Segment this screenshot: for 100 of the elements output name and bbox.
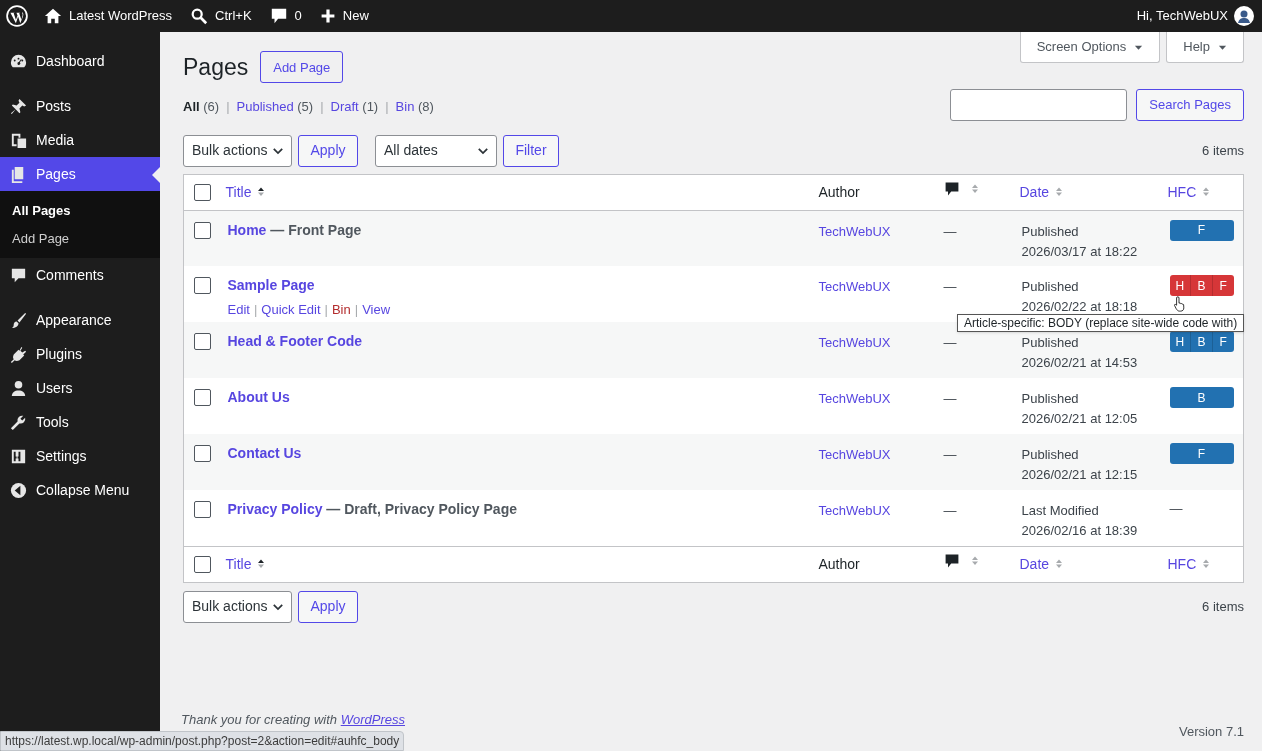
empty-value: — xyxy=(1169,501,1183,516)
view-filter-link[interactable]: All (6) xyxy=(183,96,220,116)
date-status: Published xyxy=(1021,334,1080,352)
wordpress-logo-icon xyxy=(6,5,28,27)
code-badge[interactable]: B xyxy=(1190,275,1212,296)
menu-item[interactable]: Comments xyxy=(0,258,160,292)
checkbox[interactable] xyxy=(194,277,211,294)
menu-item[interactable]: Appearance xyxy=(0,303,160,337)
author-link[interactable]: TechWebUX xyxy=(818,447,891,462)
bulk-actions-select[interactable]: Bulk actions xyxy=(183,134,292,167)
account-link[interactable]: Hi, TechWebUX xyxy=(1136,6,1254,26)
page-title-link[interactable]: Sample Page xyxy=(227,277,315,293)
page-title-link[interactable]: Contact Us xyxy=(227,445,302,461)
brush-icon xyxy=(9,310,28,330)
column-header[interactable]: HFC xyxy=(1167,553,1212,575)
page-title: Pages xyxy=(183,53,249,82)
menu-item[interactable]: Users xyxy=(0,371,160,405)
menu-item[interactable]: Plugins xyxy=(0,337,160,371)
separator: | xyxy=(320,97,324,116)
filter-button[interactable]: Filter xyxy=(503,134,559,167)
checkbox[interactable] xyxy=(194,445,211,462)
comment-icon xyxy=(943,553,960,570)
help-tab[interactable]: Help xyxy=(1166,32,1244,63)
view-filter-link[interactable]: Published (5) xyxy=(236,96,314,116)
bulk-actions-select[interactable]: Bulk actions xyxy=(183,590,292,623)
submenu-item[interactable]: Add Page xyxy=(0,224,160,252)
comment-icon xyxy=(269,7,288,25)
author-link[interactable]: TechWebUX xyxy=(818,279,891,294)
footer-text: Thank you for creating with WordPress xyxy=(181,710,405,729)
add-page-button[interactable]: Add Page xyxy=(260,51,344,84)
menu-item[interactable]: Settings xyxy=(0,439,160,473)
view-filter-link[interactable]: Bin (8) xyxy=(395,96,434,116)
checkbox[interactable] xyxy=(194,389,211,406)
checkbox[interactable] xyxy=(194,555,211,573)
code-badge-group[interactable]: H B F xyxy=(1169,331,1234,352)
comment-count: — xyxy=(943,391,957,406)
checkbox[interactable] xyxy=(194,221,211,239)
items-count: 6 items xyxy=(1202,597,1244,616)
post-state: — Draft, Privacy Policy Page xyxy=(325,501,517,517)
separator: | xyxy=(324,301,328,319)
wordpress-link[interactable]: WordPress xyxy=(340,711,405,727)
collapse-icon xyxy=(9,480,28,500)
home-icon xyxy=(44,7,62,25)
menu-item[interactable]: Pages xyxy=(0,157,160,191)
column-header[interactable]: Title xyxy=(225,181,267,203)
menu-item[interactable]: Posts xyxy=(0,89,160,123)
date-value: 2026/03/17 at 18:22 xyxy=(1021,242,1139,261)
menu-item[interactable]: Dashboard xyxy=(0,44,160,78)
items-count: 6 items xyxy=(1202,141,1244,160)
checkbox[interactable] xyxy=(194,183,211,201)
row-action-link[interactable]: Edit xyxy=(227,300,250,320)
search-field[interactable] xyxy=(950,88,1128,121)
author-link[interactable]: TechWebUX xyxy=(818,391,891,406)
page-title-link[interactable]: Head & Footer Code xyxy=(227,333,363,349)
pushpin-icon xyxy=(9,96,28,116)
search-pages-button[interactable]: Search Pages xyxy=(1136,88,1244,121)
avatar-icon xyxy=(1234,6,1254,26)
date-value: 2026/02/21 at 12:15 xyxy=(1021,466,1139,484)
view-filter-link[interactable]: Draft (1) xyxy=(330,96,379,116)
page-title-link[interactable]: About Us xyxy=(227,389,290,405)
code-badge[interactable]: F xyxy=(1169,219,1234,241)
code-badge[interactable]: F xyxy=(1211,275,1234,296)
menu-item[interactable]: Collapse Menu xyxy=(0,473,160,507)
page-title-link[interactable]: Home xyxy=(227,221,267,238)
apply-button[interactable]: Apply xyxy=(298,590,358,623)
user-icon xyxy=(9,378,28,398)
date-filter-select[interactable]: All dates xyxy=(375,134,497,167)
row-action-link[interactable]: View xyxy=(362,300,391,320)
code-badge[interactable]: F xyxy=(1169,443,1234,464)
site-name-link[interactable]: Latest WordPress xyxy=(44,6,173,26)
plus-icon xyxy=(319,8,336,24)
code-badge[interactable]: B xyxy=(1169,387,1234,408)
comments-link[interactable]: 0 xyxy=(269,6,302,26)
submenu-item[interactable]: All Pages xyxy=(0,197,160,225)
code-badge[interactable]: H xyxy=(1169,331,1191,352)
search-shortcut[interactable]: Ctrl+K xyxy=(190,6,252,26)
menu-item[interactable]: Tools xyxy=(0,405,160,439)
checkbox[interactable] xyxy=(194,501,211,518)
code-badge[interactable]: H xyxy=(1169,275,1191,296)
tooltip: Article-specific: BODY (replace site-wide code with) xyxy=(957,314,1245,332)
menu-item[interactable]: Media xyxy=(0,123,160,157)
row-action-link[interactable]: Quick Edit xyxy=(261,300,321,320)
screen-options-tab[interactable]: Screen Options xyxy=(1019,32,1161,63)
row-action-link[interactable]: Bin xyxy=(331,300,351,320)
column-header[interactable]: HFC xyxy=(1167,181,1212,203)
date-status: Published xyxy=(1021,390,1080,408)
author-link[interactable]: TechWebUX xyxy=(818,503,891,518)
checkbox[interactable] xyxy=(194,333,211,350)
separator: | xyxy=(226,97,230,116)
page-title-link[interactable]: Privacy Policy xyxy=(227,501,323,517)
column-header[interactable]: Date xyxy=(1019,553,1065,575)
status-bar-url: https://latest.wp.local/wp-admin/post.php?post=2&action=edit#auhfc_body xyxy=(0,731,405,751)
author-link[interactable]: TechWebUX xyxy=(818,335,891,350)
column-header[interactable]: Title xyxy=(225,553,267,575)
column-header[interactable]: Date xyxy=(1019,181,1065,203)
comment-count: — xyxy=(943,279,957,294)
apply-button[interactable]: Apply xyxy=(298,134,358,167)
code-badge-group[interactable]: H B F xyxy=(1169,275,1234,296)
author-link[interactable]: TechWebUX xyxy=(818,223,891,239)
new-content-link[interactable]: New xyxy=(319,6,369,26)
